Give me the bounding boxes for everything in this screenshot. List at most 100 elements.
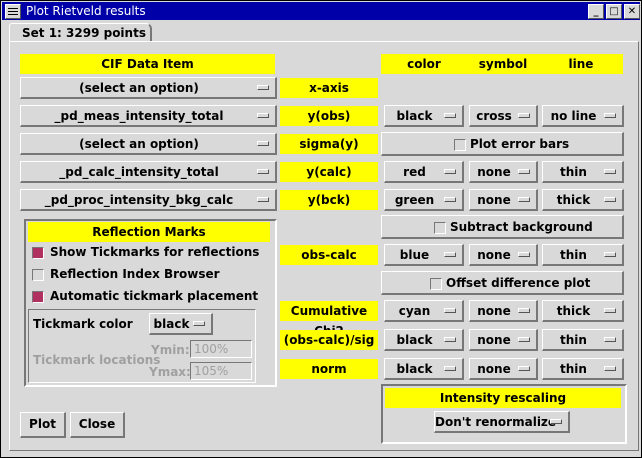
close-button[interactable]: Close [70, 412, 125, 438]
automatic-tickmark-placement-label: Automatic tickmark placement [50, 289, 259, 303]
dropdown-indicator-icon [444, 337, 456, 342]
obs-calc-sig-line-select[interactable]: thin [542, 329, 624, 351]
minimize-button[interactable]: _ [588, 4, 604, 19]
ymin-label: Ymin: [151, 343, 190, 357]
dropdown-indicator-icon [550, 419, 562, 424]
cumulative-chi2-symbol-select[interactable]: none [469, 300, 538, 322]
symbol-header: symbol [478, 57, 528, 71]
dropdown-indicator-icon [604, 366, 616, 371]
y-calc-line-select[interactable]: thin [542, 161, 624, 183]
dropdown-indicator-icon [518, 197, 530, 202]
ymax-input[interactable]: 105% [190, 362, 252, 380]
window-title: Plot Rietveld results [26, 4, 146, 18]
tab-set-1[interactable]: Set 1: 3299 points [9, 23, 152, 42]
obs-calc-sig-label: (obs-calc)/sig [280, 330, 378, 350]
intensity-rescaling-select[interactable]: Don't renormalize [434, 411, 570, 433]
obs-calc-color-select[interactable]: blue [384, 244, 464, 266]
window-menu-icon[interactable] [5, 4, 21, 19]
dropdown-indicator-icon [518, 308, 530, 313]
offset-difference-check-indicator [430, 278, 442, 290]
y-obs-label: y(obs) [280, 106, 378, 126]
tickmark-color-select[interactable]: black [149, 313, 213, 335]
dropdown-indicator-icon [444, 252, 456, 257]
reflection-index-check-indicator [32, 269, 44, 281]
dropdown-indicator-icon [604, 197, 616, 202]
y-obs-line-select[interactable]: no line [542, 105, 624, 127]
dropdown-indicator-icon [444, 113, 456, 118]
color-header: color [407, 57, 441, 71]
sigma-y-cif-select[interactable]: (select an option) [20, 133, 277, 155]
x-axis-label: x-axis [280, 78, 378, 98]
dropdown-indicator-icon [518, 169, 530, 174]
dropdown-indicator-icon [518, 366, 530, 371]
show-tickmarks-checkbox[interactable]: Show Tickmarks for reflections [32, 243, 262, 263]
offset-difference-plot-checkbox[interactable]: Offset difference plot [381, 271, 624, 295]
dropdown-indicator-icon [444, 308, 456, 313]
dropdown-indicator-icon [257, 113, 269, 118]
cumulative-chi2-line-select[interactable]: thick [542, 300, 624, 322]
obs-calc-sig-symbol-select[interactable]: none [469, 329, 538, 351]
dropdown-indicator-icon [518, 113, 530, 118]
tickmark-locations-label: Tickmark locations [33, 353, 161, 367]
window: Plot Rietveld results _ □ ✕ Set 1: 3299 … [0, 0, 642, 458]
ymin-input[interactable]: 100% [190, 340, 252, 358]
reflection-index-browser-checkbox[interactable]: Reflection Index Browser [32, 265, 262, 285]
norm-label: norm [280, 359, 378, 379]
automatic-tickmark-check-indicator [32, 291, 44, 303]
dropdown-indicator-icon [518, 337, 530, 342]
obs-calc-label: obs-calc [280, 245, 378, 265]
obs-calc-line-select[interactable]: thin [542, 244, 624, 266]
plot-button[interactable]: Plot [20, 412, 66, 438]
norm-line-select[interactable]: thin [542, 358, 624, 380]
dropdown-indicator-icon [257, 141, 269, 146]
obs-calc-symbol-select[interactable]: none [469, 244, 538, 266]
dropdown-indicator-icon [257, 85, 269, 90]
cif-data-item-header: CIF Data Item [20, 54, 275, 74]
dropdown-indicator-icon [518, 252, 530, 257]
y-bck-cif-select[interactable]: _pd_proc_intensity_bkg_calc [20, 189, 277, 211]
reflection-marks-title: Reflection Marks [28, 222, 270, 242]
y-obs-symbol-select[interactable]: cross [469, 105, 538, 127]
offset-difference-label: Offset difference plot [446, 276, 591, 290]
y-bck-symbol-select[interactable]: none [469, 189, 538, 211]
y-bck-label: y(bck) [280, 190, 378, 210]
cumulative-chi2-color-select[interactable]: cyan [384, 300, 464, 322]
dropdown-indicator-icon [604, 169, 616, 174]
norm-color-select[interactable]: black [384, 358, 464, 380]
dropdown-indicator-icon [604, 308, 616, 313]
norm-symbol-select[interactable]: none [469, 358, 538, 380]
dropdown-indicator-icon [444, 169, 456, 174]
automatic-tickmark-placement-checkbox[interactable]: Automatic tickmark placement [32, 287, 262, 307]
sigma-y-label: sigma(y) [280, 134, 378, 154]
y-obs-cif-select[interactable]: _pd_meas_intensity_total [20, 105, 277, 127]
plot-error-bars-check-indicator [454, 139, 466, 151]
dropdown-indicator-icon [193, 321, 205, 326]
tab-label: Set 1: 3299 points [22, 26, 146, 40]
close-window-button[interactable]: ✕ [624, 4, 640, 19]
y-obs-color-select[interactable]: black [384, 105, 464, 127]
y-bck-line-select[interactable]: thick [542, 189, 624, 211]
tickmark-color-label: Tickmark color [33, 317, 133, 331]
subtract-background-label: Subtract background [450, 220, 593, 234]
subtract-background-checkbox[interactable]: Subtract background [381, 215, 624, 239]
y-calc-label: y(calc) [280, 162, 378, 182]
dropdown-indicator-icon [257, 169, 269, 174]
x-axis-cif-select[interactable]: (select an option) [20, 77, 277, 99]
reflection-index-browser-label: Reflection Index Browser [50, 267, 220, 281]
y-calc-cif-select[interactable]: _pd_calc_intensity_total [20, 161, 277, 183]
subtract-background-check-indicator [434, 222, 446, 234]
maximize-button[interactable]: □ [606, 4, 622, 19]
plot-error-bars-checkbox[interactable]: Plot error bars [381, 132, 624, 156]
y-calc-symbol-select[interactable]: none [469, 161, 538, 183]
line-header: line [568, 57, 594, 71]
y-bck-color-select[interactable]: green [384, 189, 464, 211]
dropdown-indicator-icon [604, 113, 616, 118]
dropdown-indicator-icon [444, 197, 456, 202]
show-tickmarks-label: Show Tickmarks for reflections [50, 245, 260, 259]
ymax-label: Ymax: [149, 365, 191, 379]
y-calc-color-select[interactable]: red [384, 161, 464, 183]
cumulative-chi2-label: Cumulative Chi2 [280, 301, 378, 338]
show-tickmarks-check-indicator [32, 247, 44, 259]
obs-calc-sig-color-select[interactable]: black [384, 329, 464, 351]
dropdown-indicator-icon [257, 197, 269, 202]
